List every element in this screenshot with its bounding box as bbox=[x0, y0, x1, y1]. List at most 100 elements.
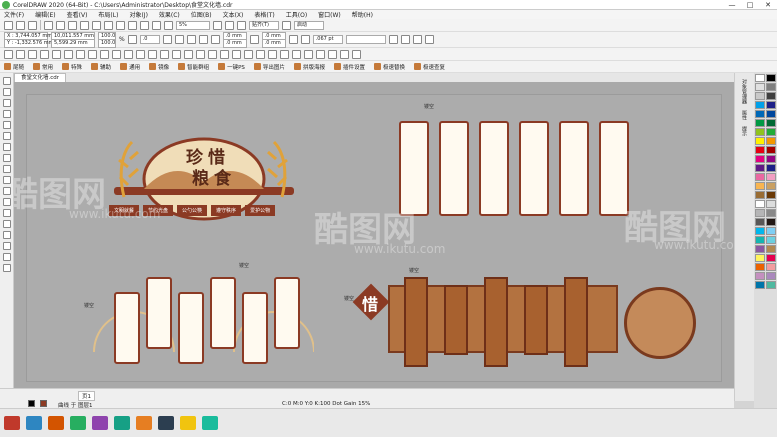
plugin-tool-icon-21[interactable] bbox=[244, 49, 253, 59]
palette-swatch[interactable] bbox=[755, 173, 765, 181]
fill-icon[interactable] bbox=[388, 35, 398, 44]
height-field[interactable]: 5,599.29 mm bbox=[51, 38, 95, 48]
palette-swatch[interactable] bbox=[755, 137, 765, 145]
docker-tab-properties[interactable]: 属性 bbox=[741, 110, 748, 120]
plugin-smart-group[interactable]: 智能群组 bbox=[178, 63, 209, 71]
new-document-icon[interactable] bbox=[4, 20, 13, 30]
palette-swatch[interactable] bbox=[766, 254, 776, 262]
import-icon[interactable] bbox=[140, 20, 149, 30]
export-icon[interactable] bbox=[152, 20, 161, 30]
palette-swatch[interactable] bbox=[766, 218, 776, 226]
palette-swatch[interactable] bbox=[766, 146, 776, 154]
transparency-tool-icon[interactable] bbox=[2, 220, 11, 228]
text-tool-icon[interactable] bbox=[2, 176, 11, 184]
plugin-fast-replace[interactable]: 极速替换 bbox=[373, 63, 405, 71]
plugin-tool-icon-4[interactable] bbox=[40, 49, 49, 59]
lock-ratio-icon[interactable] bbox=[127, 35, 137, 44]
palette-swatch[interactable] bbox=[766, 227, 776, 235]
page-tab[interactable]: 页1 bbox=[78, 391, 95, 401]
shape-tool-icon[interactable] bbox=[2, 88, 11, 96]
freehand-tool-icon[interactable] bbox=[2, 121, 11, 129]
launch-select[interactable]: 启动 bbox=[294, 20, 324, 30]
menu-view[interactable]: 查看(V) bbox=[67, 10, 88, 19]
plugin-tool-icon-11[interactable] bbox=[124, 49, 133, 59]
plugin-tool-icon-7[interactable] bbox=[76, 49, 85, 59]
plugin-tool-icon-2[interactable] bbox=[16, 49, 25, 59]
menu-window[interactable]: 窗口(W) bbox=[318, 10, 341, 19]
title-arch-design[interactable]: 珍 惜 粮 食 文明就餐 节约光盘 公勺公筷 遵守秩序 爱护公物 bbox=[104, 127, 304, 237]
convert-curves-icon[interactable] bbox=[412, 35, 422, 44]
palette-swatch[interactable] bbox=[766, 101, 776, 109]
taskbar-app-icon[interactable] bbox=[48, 416, 64, 430]
menu-file[interactable]: 文件(F) bbox=[4, 10, 24, 19]
palette-swatch[interactable] bbox=[766, 245, 776, 253]
add-tool-icon[interactable] bbox=[2, 264, 11, 272]
snap-to-select[interactable]: 贴齐(T) bbox=[249, 20, 279, 30]
plugin-tool-icon-12[interactable] bbox=[136, 49, 145, 59]
palette-swatch[interactable] bbox=[755, 191, 765, 199]
menu-table[interactable]: 表格(T) bbox=[254, 10, 274, 19]
palette-swatch[interactable] bbox=[766, 92, 776, 100]
palette-swatch[interactable] bbox=[766, 119, 776, 127]
palette-swatch[interactable] bbox=[755, 227, 765, 235]
plugin-tool-icon-29[interactable] bbox=[340, 49, 349, 59]
plugin-settings[interactable]: 插件设置 bbox=[333, 63, 365, 71]
plugin-tool-icon-15[interactable] bbox=[172, 49, 181, 59]
eyedropper-icon[interactable] bbox=[2, 231, 11, 239]
palette-swatch[interactable] bbox=[755, 245, 765, 253]
search-icon[interactable] bbox=[128, 20, 137, 30]
palette-swatch[interactable] bbox=[755, 146, 765, 154]
palette-swatch[interactable] bbox=[755, 254, 765, 262]
plugin-imposition[interactable]: 拼版海报 bbox=[293, 63, 325, 71]
close-button[interactable]: ✕ bbox=[759, 1, 777, 9]
palette-swatch[interactable] bbox=[755, 128, 765, 136]
taskbar-app-icon[interactable] bbox=[114, 416, 130, 430]
minimize-button[interactable]: — bbox=[723, 1, 741, 9]
gear-icon[interactable] bbox=[282, 20, 291, 30]
palette-swatch[interactable] bbox=[755, 236, 765, 244]
plugin-tool-icon-22[interactable] bbox=[256, 49, 265, 59]
plugin-tool-icon-8[interactable] bbox=[88, 49, 97, 59]
palette-swatch[interactable] bbox=[766, 182, 776, 190]
palette-swatch[interactable] bbox=[766, 191, 776, 199]
plugin-general[interactable]: 通用 bbox=[120, 63, 140, 71]
plugin-fast-find-duplicate[interactable]: 极速查复 bbox=[413, 63, 445, 71]
lock-corners-icon[interactable] bbox=[249, 35, 259, 44]
corner-radius-field-2[interactable]: .0 mm bbox=[222, 38, 247, 48]
plugin-tool-icon-28[interactable] bbox=[328, 49, 337, 59]
ellipse-tool-icon[interactable] bbox=[2, 154, 11, 162]
palette-swatch[interactable] bbox=[766, 137, 776, 145]
zoom-select[interactable]: 5% bbox=[176, 20, 210, 30]
palette-swatch[interactable] bbox=[766, 281, 776, 289]
plugin-assist[interactable]: 辅助 bbox=[91, 63, 111, 71]
plugin-tool-icon-26[interactable] bbox=[304, 49, 313, 59]
plugin-tool-icon-16[interactable] bbox=[184, 49, 193, 59]
corner-round-icon[interactable] bbox=[186, 35, 196, 44]
plugin-tool-icon-24[interactable] bbox=[280, 49, 289, 59]
smart-fill-icon[interactable] bbox=[2, 253, 11, 261]
palette-swatch[interactable] bbox=[755, 101, 765, 109]
plugin-tool-icon-14[interactable] bbox=[160, 49, 169, 59]
polygon-tool-icon[interactable] bbox=[2, 165, 11, 173]
taskbar-app-icon[interactable] bbox=[136, 416, 152, 430]
palette-swatch[interactable] bbox=[766, 236, 776, 244]
palette-swatch[interactable] bbox=[766, 272, 776, 280]
palette-swatch[interactable] bbox=[755, 272, 765, 280]
menu-effects[interactable]: 效果(C) bbox=[159, 10, 180, 19]
taskbar-app-icon[interactable] bbox=[4, 416, 20, 430]
print-icon[interactable] bbox=[56, 20, 65, 30]
plugin-special[interactable]: 特殊 bbox=[62, 63, 82, 71]
corner-radius-field-4[interactable]: .0 mm bbox=[261, 38, 286, 48]
palette-swatch[interactable] bbox=[755, 218, 765, 226]
corner-chamfer-icon[interactable] bbox=[210, 35, 220, 44]
palette-swatch[interactable] bbox=[766, 83, 776, 91]
palette-swatch[interactable] bbox=[755, 281, 765, 289]
plugin-common[interactable]: 常用 bbox=[33, 63, 53, 71]
docker-tab-object-manager[interactable]: 对象管理器 bbox=[741, 79, 748, 104]
plugin-tool-icon-13[interactable] bbox=[148, 49, 157, 59]
interactive-fill-icon[interactable] bbox=[2, 242, 11, 250]
plugin-tool-icon-23[interactable] bbox=[268, 49, 277, 59]
plugin-tool-icon-19[interactable] bbox=[220, 49, 229, 59]
plugin-export-image[interactable]: 导出图片 bbox=[253, 63, 285, 71]
menu-layout[interactable]: 布局(L) bbox=[98, 10, 118, 19]
